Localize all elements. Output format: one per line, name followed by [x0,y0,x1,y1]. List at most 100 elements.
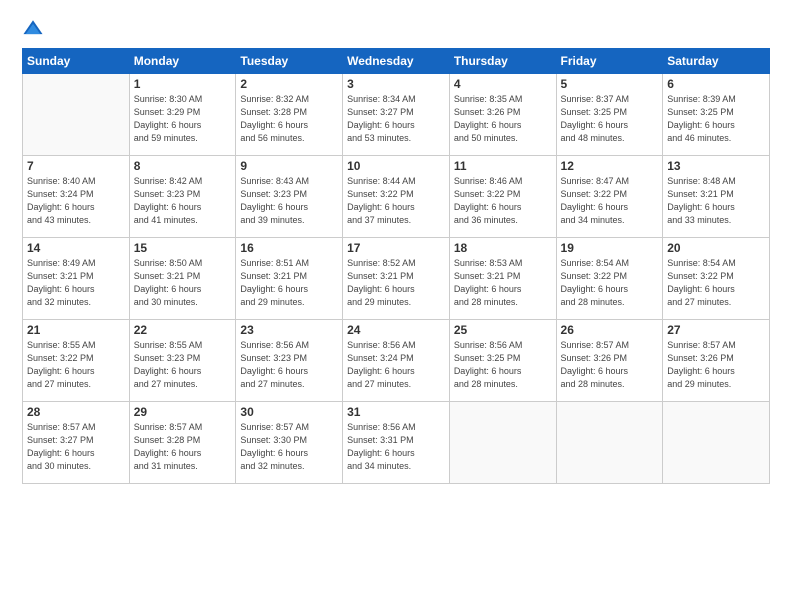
day-info: Sunrise: 8:57 AM Sunset: 3:30 PM Dayligh… [240,421,338,473]
calendar-cell: 14 Sunrise: 8:49 AM Sunset: 3:21 PM Dayli… [23,238,130,320]
calendar-cell: 11Sunrise: 8:46 AM Sunset: 3:22 PM Dayli… [449,156,556,238]
day-number: 13 [667,159,765,173]
day-number: 1 [134,77,232,91]
calendar-cell: 6 Sunrise: 8:39 AM Sunset: 3:25 PM Daylig… [663,74,770,156]
day-info: Sunrise: 8:39 AM Sunset: 3:25 PM Dayligh… [667,93,765,145]
calendar-cell: 21 Sunrise: 8:55 AM Sunset: 3:22 PM Dayli… [23,320,130,402]
calendar-week-row: 7Sunrise: 8:40 AM Sunset: 3:24 PM Daylig… [23,156,770,238]
weekday-saturday: Saturday [663,49,770,74]
page: SundayMondayTuesdayWednesdayThursdayFrid… [0,0,792,612]
calendar-cell: 26 Sunrise: 8:57 AM Sunset: 3:26 PM Dayli… [556,320,663,402]
day-number: 18 [454,241,552,255]
day-number: 4 [454,77,552,91]
day-number: 6 [667,77,765,91]
weekday-monday: Monday [129,49,236,74]
day-info: Sunrise: 8:55 AM Sunset: 3:22 PM Dayligh… [27,339,125,391]
day-number: 12 [561,159,659,173]
day-number: 8 [134,159,232,173]
day-info: Sunrise: 8:43 AM Sunset: 3:23 PM Dayligh… [240,175,338,227]
calendar-cell: 24 Sunrise: 8:56 AM Sunset: 3:24 PM Dayli… [343,320,450,402]
calendar: SundayMondayTuesdayWednesdayThursdayFrid… [22,48,770,484]
calendar-cell: 12 Sunrise: 8:47 AM Sunset: 3:22 PM Dayli… [556,156,663,238]
calendar-cell: 4 Sunrise: 8:35 AM Sunset: 3:26 PM Daylig… [449,74,556,156]
calendar-cell: 8 Sunrise: 8:42 AM Sunset: 3:23 PM Daylig… [129,156,236,238]
day-number: 20 [667,241,765,255]
day-info: Sunrise: 8:51 AM Sunset: 3:21 PM Dayligh… [240,257,338,309]
day-info: Sunrise: 8:49 AM Sunset: 3:21 PM Dayligh… [27,257,125,309]
day-number: 5 [561,77,659,91]
calendar-cell: 1 Sunrise: 8:30 AM Sunset: 3:29 PM Daylig… [129,74,236,156]
calendar-cell: 5Sunrise: 8:37 AM Sunset: 3:25 PM Daylig… [556,74,663,156]
weekday-sunday: Sunday [23,49,130,74]
calendar-cell: 28 Sunrise: 8:57 AM Sunset: 3:27 PM Dayli… [23,402,130,484]
day-info: Sunrise: 8:57 AM Sunset: 3:28 PM Dayligh… [134,421,232,473]
day-info: Sunrise: 8:57 AM Sunset: 3:27 PM Dayligh… [27,421,125,473]
day-info: Sunrise: 8:35 AM Sunset: 3:26 PM Dayligh… [454,93,552,145]
calendar-week-row: 14 Sunrise: 8:49 AM Sunset: 3:21 PM Dayli… [23,238,770,320]
weekday-header-row: SundayMondayTuesdayWednesdayThursdayFrid… [23,49,770,74]
day-info: Sunrise: 8:32 AM Sunset: 3:28 PM Dayligh… [240,93,338,145]
day-info: Sunrise: 8:54 AM Sunset: 3:22 PM Dayligh… [667,257,765,309]
day-number: 16 [240,241,338,255]
calendar-cell: 17 Sunrise: 8:52 AM Sunset: 3:21 PM Dayli… [343,238,450,320]
day-info: Sunrise: 8:42 AM Sunset: 3:23 PM Dayligh… [134,175,232,227]
day-info: Sunrise: 8:48 AM Sunset: 3:21 PM Dayligh… [667,175,765,227]
calendar-cell: 3 Sunrise: 8:34 AM Sunset: 3:27 PM Daylig… [343,74,450,156]
day-number: 14 [27,241,125,255]
day-number: 30 [240,405,338,419]
calendar-cell: 19Sunrise: 8:54 AM Sunset: 3:22 PM Dayli… [556,238,663,320]
day-number: 23 [240,323,338,337]
day-number: 29 [134,405,232,419]
day-number: 3 [347,77,445,91]
calendar-week-row: 28 Sunrise: 8:57 AM Sunset: 3:27 PM Dayli… [23,402,770,484]
logo [22,18,49,40]
day-number: 21 [27,323,125,337]
day-info: Sunrise: 8:57 AM Sunset: 3:26 PM Dayligh… [561,339,659,391]
calendar-cell: 29 Sunrise: 8:57 AM Sunset: 3:28 PM Dayli… [129,402,236,484]
day-number: 24 [347,323,445,337]
weekday-thursday: Thursday [449,49,556,74]
day-number: 27 [667,323,765,337]
calendar-cell: 10Sunrise: 8:44 AM Sunset: 3:22 PM Dayli… [343,156,450,238]
calendar-cell [663,402,770,484]
day-info: Sunrise: 8:56 AM Sunset: 3:25 PM Dayligh… [454,339,552,391]
day-info: Sunrise: 8:46 AM Sunset: 3:22 PM Dayligh… [454,175,552,227]
day-info: Sunrise: 8:40 AM Sunset: 3:24 PM Dayligh… [27,175,125,227]
weekday-friday: Friday [556,49,663,74]
day-number: 26 [561,323,659,337]
calendar-cell [556,402,663,484]
calendar-cell: 31 Sunrise: 8:56 AM Sunset: 3:31 PM Dayli… [343,402,450,484]
day-number: 31 [347,405,445,419]
calendar-cell: 7Sunrise: 8:40 AM Sunset: 3:24 PM Daylig… [23,156,130,238]
calendar-cell: 2Sunrise: 8:32 AM Sunset: 3:28 PM Daylig… [236,74,343,156]
day-info: Sunrise: 8:55 AM Sunset: 3:23 PM Dayligh… [134,339,232,391]
day-number: 28 [27,405,125,419]
day-info: Sunrise: 8:34 AM Sunset: 3:27 PM Dayligh… [347,93,445,145]
calendar-cell: 25 Sunrise: 8:56 AM Sunset: 3:25 PM Dayli… [449,320,556,402]
day-info: Sunrise: 8:56 AM Sunset: 3:31 PM Dayligh… [347,421,445,473]
day-info: Sunrise: 8:56 AM Sunset: 3:23 PM Dayligh… [240,339,338,391]
day-info: Sunrise: 8:30 AM Sunset: 3:29 PM Dayligh… [134,93,232,145]
calendar-cell: 20 Sunrise: 8:54 AM Sunset: 3:22 PM Dayli… [663,238,770,320]
calendar-cell: 23 Sunrise: 8:56 AM Sunset: 3:23 PM Dayli… [236,320,343,402]
header [22,18,770,40]
day-number: 22 [134,323,232,337]
day-info: Sunrise: 8:47 AM Sunset: 3:22 PM Dayligh… [561,175,659,227]
weekday-wednesday: Wednesday [343,49,450,74]
calendar-cell [449,402,556,484]
day-info: Sunrise: 8:52 AM Sunset: 3:21 PM Dayligh… [347,257,445,309]
day-info: Sunrise: 8:44 AM Sunset: 3:22 PM Dayligh… [347,175,445,227]
calendar-week-row: 21 Sunrise: 8:55 AM Sunset: 3:22 PM Dayli… [23,320,770,402]
calendar-cell: 30 Sunrise: 8:57 AM Sunset: 3:30 PM Dayli… [236,402,343,484]
weekday-tuesday: Tuesday [236,49,343,74]
day-info: Sunrise: 8:50 AM Sunset: 3:21 PM Dayligh… [134,257,232,309]
calendar-cell: 15Sunrise: 8:50 AM Sunset: 3:21 PM Dayli… [129,238,236,320]
day-info: Sunrise: 8:54 AM Sunset: 3:22 PM Dayligh… [561,257,659,309]
day-number: 17 [347,241,445,255]
calendar-cell [23,74,130,156]
calendar-cell: 18Sunrise: 8:53 AM Sunset: 3:21 PM Dayli… [449,238,556,320]
calendar-cell: 13 Sunrise: 8:48 AM Sunset: 3:21 PM Dayli… [663,156,770,238]
day-number: 25 [454,323,552,337]
day-number: 9 [240,159,338,173]
day-info: Sunrise: 8:56 AM Sunset: 3:24 PM Dayligh… [347,339,445,391]
